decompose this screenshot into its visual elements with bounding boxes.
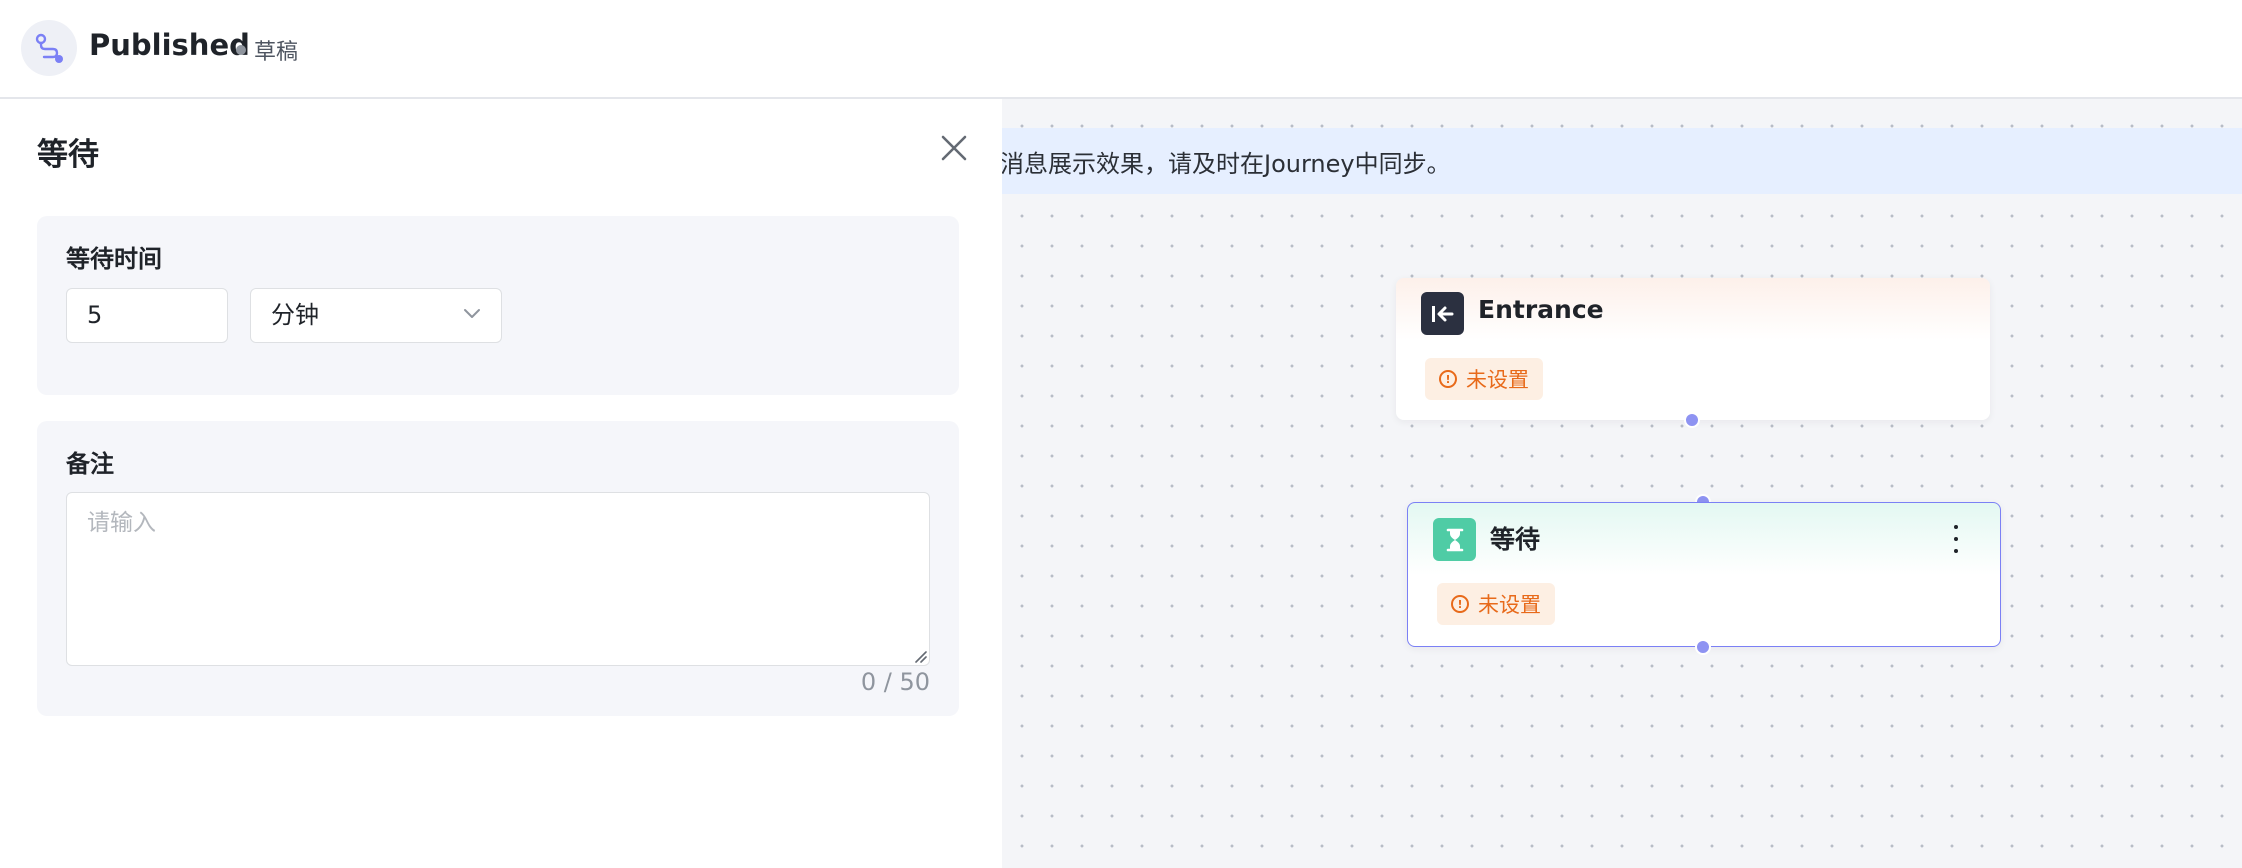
status-text: 草稿 — [254, 40, 299, 65]
more-menu-icon[interactable] — [1952, 525, 1960, 553]
journey-title[interactable]: Published — [89, 28, 250, 62]
flow-canvas[interactable]: 消息展示效果，请及时在Journey中同步。 Entrance ! 未设置 等待 — [1002, 99, 2242, 868]
note-textarea[interactable]: 请输入 — [66, 492, 930, 666]
wait-time-section: 等待时间 5 分钟 — [37, 216, 959, 395]
wait-node-title: 等待 — [1490, 525, 1541, 554]
note-char-counter: 0 / 50 — [860, 668, 930, 696]
close-icon[interactable] — [938, 132, 970, 164]
wait-unit-select[interactable]: 分钟 — [250, 288, 502, 343]
note-section: 备注 请输入 0 / 50 — [37, 421, 959, 716]
wait-unit-value: 分钟 — [271, 301, 319, 329]
entrance-node[interactable]: Entrance ! 未设置 — [1396, 278, 1990, 420]
note-label: 备注 — [66, 450, 114, 478]
top-header: Published 草稿 — [0, 0, 2242, 99]
wait-node-status-text: 未设置 — [1478, 593, 1541, 617]
sync-notice-banner: 消息展示效果，请及时在Journey中同步。 — [1002, 128, 2242, 194]
status-dot — [236, 45, 246, 55]
wait-node[interactable]: 等待 ! 未设置 — [1407, 502, 2001, 647]
panel-title: 等待 — [37, 137, 99, 173]
warning-icon: ! — [1451, 595, 1469, 613]
chevron-down-icon — [464, 309, 480, 318]
warning-icon: ! — [1439, 370, 1457, 388]
journey-flow-icon — [21, 20, 77, 76]
resize-handle-icon[interactable] — [913, 649, 927, 663]
entrance-node-status-tag: ! 未设置 — [1425, 358, 1543, 400]
wait-node-status-tag: ! 未设置 — [1437, 583, 1555, 625]
wait-time-label: 等待时间 — [66, 245, 162, 273]
entrance-node-status-text: 未设置 — [1466, 368, 1529, 392]
status-badge: 草稿 — [236, 34, 298, 66]
wait-output-port[interactable] — [1695, 639, 1711, 655]
node-config-panel: 等待 等待时间 5 分钟 备注 请输入 0 / 50 — [0, 99, 1002, 868]
wait-time-input[interactable]: 5 — [66, 288, 228, 343]
entrance-output-port[interactable] — [1684, 412, 1700, 428]
hourglass-icon — [1433, 518, 1476, 561]
sync-notice-text: 消息展示效果，请及时在Journey中同步。 — [1002, 149, 1451, 178]
note-placeholder: 请输入 — [87, 510, 156, 536]
entrance-arrow-icon — [1421, 292, 1464, 335]
entrance-node-title: Entrance — [1478, 295, 1604, 324]
